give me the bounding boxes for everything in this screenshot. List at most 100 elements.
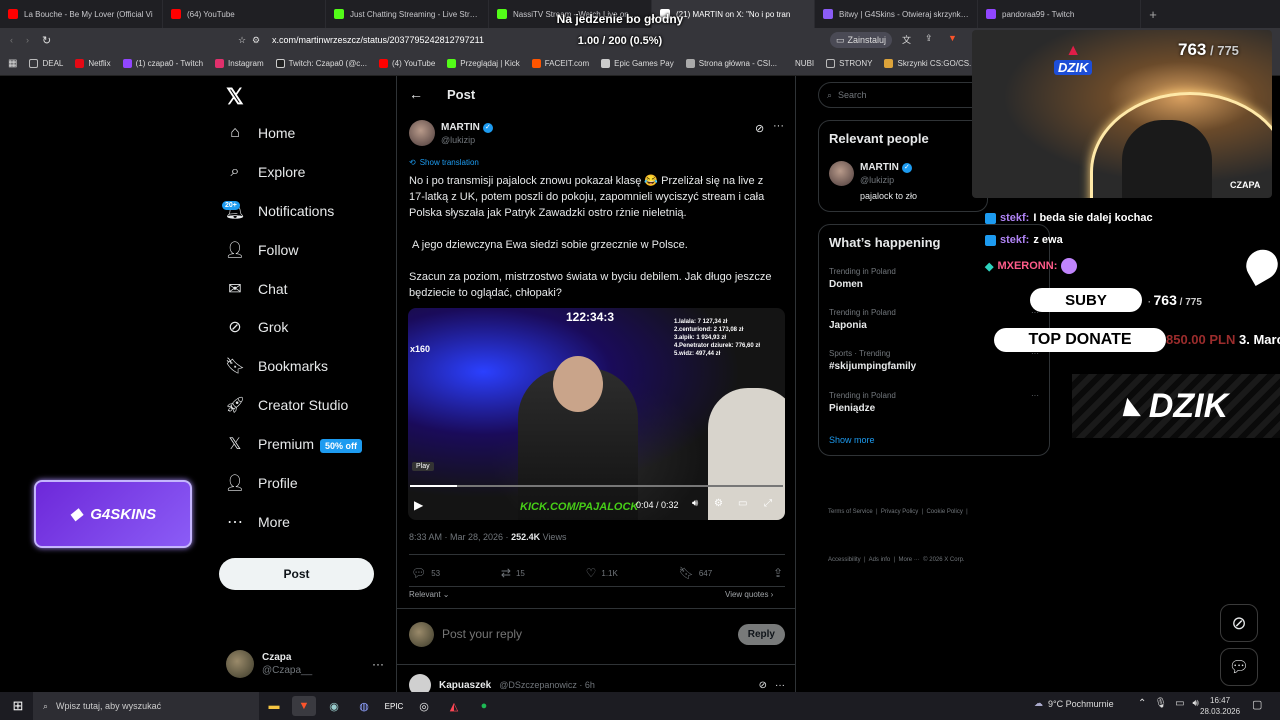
install-button[interactable]: ▭ Zainstaluj	[830, 32, 893, 48]
sidebar-item-grok[interactable]: ⊘ Grok	[226, 318, 288, 336]
more-dots-icon[interactable]: ···	[773, 120, 784, 132]
obs-icon[interactable]: ◎	[412, 696, 436, 716]
search-box[interactable]: ⌕ Search	[818, 82, 988, 108]
reply-button[interactable]: Reply	[737, 623, 785, 645]
forward-icon[interactable]: ›	[26, 35, 42, 45]
csi-icon	[685, 59, 695, 68]
taskbar-search[interactable]: ⌕ Wpisz tutaj, aby wyszukać	[33, 692, 259, 720]
brave-shield-icon[interactable]: ▼	[948, 33, 957, 43]
trend-item[interactable]: Trending in Poland Pieniądze ···	[829, 391, 1039, 414]
relevant-people-card: Relevant people MARTIN ✓ @lukizip pajaloc…	[818, 120, 988, 212]
video-progress-track[interactable]	[410, 485, 783, 487]
share-icon[interactable]: ⇪	[925, 33, 933, 44]
sidebar-item-premium[interactable]: 𝕏 Premium	[226, 435, 314, 453]
bookmark-item[interactable]: FACEIT.com	[531, 59, 589, 68]
windows-start-icon[interactable]: ⊞	[6, 696, 30, 716]
person-name[interactable]: MARTIN	[860, 162, 899, 173]
trend-item[interactable]: Sports · Trending #skijumpingfamily ···	[829, 349, 1039, 372]
video-player[interactable]: 122:34:3 1.lalala: 7 127,34 zł 2.centuri…	[408, 308, 785, 520]
avatar[interactable]	[829, 161, 854, 186]
sidebar-item-more[interactable]: ⋯ More	[226, 513, 290, 531]
share-icon[interactable]: ⇪	[773, 566, 783, 580]
more-dots-icon[interactable]: ···	[775, 680, 785, 691]
post-button[interactable]: Post	[219, 558, 374, 590]
sidebar-item-creator-studio[interactable]: 🚀︎ Creator Studio	[225, 396, 348, 414]
show-more-link[interactable]: Show more	[829, 435, 875, 445]
back-arrow-icon[interactable]: ←	[409, 86, 423, 102]
volume-icon[interactable]: 🔊︎	[692, 498, 698, 509]
more-dots-icon[interactable]: ···	[1031, 391, 1039, 400]
back-icon[interactable]: ‹	[10, 35, 26, 45]
play-icon[interactable]: ▶	[414, 498, 423, 512]
captions-icon[interactable]: ▭	[738, 498, 747, 509]
translate-icon[interactable]: 文	[902, 33, 911, 46]
apps-grid-icon[interactable]: ▦	[8, 58, 17, 69]
footer-links[interactable]: Terms of Service | Privacy Policy | Cook…	[828, 472, 968, 584]
file-explorer-icon[interactable]: ▬	[262, 696, 286, 716]
notification-center-icon[interactable]: ▢	[1252, 698, 1262, 711]
browser-tab[interactable]: pandoraa99 - Twitch	[978, 0, 1141, 28]
sidebar-item-home[interactable]: ⌂ Home	[226, 124, 295, 142]
person-handle: @lukizip	[860, 175, 895, 185]
fullscreen-icon[interactable]: ⤢	[764, 498, 772, 509]
author-info[interactable]: MARTIN ✓ @lukizip	[441, 122, 493, 145]
bookmark-item[interactable]: Instagram	[215, 59, 264, 68]
x-logo-icon[interactable]: 𝕏	[226, 84, 244, 110]
g4skins-icon	[823, 9, 833, 19]
show-translation-link[interactable]: ⟲ Show translation	[409, 158, 479, 167]
stream-leaderboard: 1.lalala: 7 127,34 zł 2.centuriond: 2 17…	[674, 319, 761, 357]
premium-badge[interactable]: 50% off	[320, 439, 363, 453]
spotify-icon[interactable]: ●	[472, 696, 496, 716]
bookmark-star-icon[interactable]: ☆	[238, 35, 252, 46]
bookmark-item[interactable]: STRONY	[826, 59, 872, 68]
reload-icon[interactable]: ↻	[42, 34, 58, 47]
bookmark-item[interactable]: NUBI	[795, 59, 814, 68]
bookmark-item[interactable]: (4) YouTube	[378, 59, 435, 68]
account-switcher[interactable]: Czapa @Czapa__ ···	[226, 648, 384, 680]
url-field[interactable]: x.com/martinwrzeszcz/status/203779524281…	[272, 35, 484, 45]
browser-tab[interactable]: La Bouche - Be My Lover (Official Vi	[0, 0, 163, 28]
clock[interactable]: 16:47 28.03.2026	[1200, 695, 1240, 717]
bookmark-item[interactable]: Epic Games Pay	[601, 59, 674, 68]
brave-icon[interactable]: ▼	[292, 696, 316, 716]
like-action[interactable]: ♡ 1.1K	[586, 566, 618, 580]
browser-tab[interactable]: Bitwy | G4Skins - Otwieraj skrzynki C	[815, 0, 978, 28]
grok-icon[interactable]: ⊘	[755, 122, 764, 135]
valorant-icon[interactable]: ◭	[442, 696, 466, 716]
new-tab-button[interactable]: +	[1141, 7, 1165, 22]
grok-float-button[interactable]: ⊘	[1220, 604, 1258, 642]
bookmark-item[interactable]: Netflix	[75, 59, 111, 68]
reply-input[interactable]	[442, 627, 730, 641]
grok-icon[interactable]: ⊘	[759, 680, 767, 691]
sidebar-item-follow[interactable]: 👤︎ Follow	[225, 241, 299, 259]
sidebar-item-explore[interactable]: ⌕ Explore	[226, 163, 306, 181]
bookmark-item[interactable]: Strona główna - CSI...	[685, 59, 777, 68]
discord-icon[interactable]: ◍	[352, 696, 376, 716]
sidebar-item-chat[interactable]: ✉ Chat	[226, 280, 287, 298]
site-info-icon[interactable]: ⚙	[252, 35, 266, 46]
bookmark-item[interactable]: Przeglądaj | Kick	[447, 59, 520, 68]
relevant-sort[interactable]: Relevant ⌄	[409, 590, 450, 599]
sidebar-item-profile[interactable]: 👤︎ Profile	[225, 474, 298, 492]
tray-icons[interactable]: ⌃ 🎙︎ ▭ 🔊︎	[1138, 698, 1199, 709]
browser-tab[interactable]: Just Chatting Streaming - Live Stream	[326, 0, 489, 28]
view-quotes-link[interactable]: View quotes ›	[725, 590, 773, 599]
bookmark-item[interactable]: Skrzynki CS:GO/CS...	[884, 59, 976, 68]
reply-action[interactable]: 💬︎ 53	[411, 566, 440, 580]
sidebar-item-bookmarks[interactable]: 🔖︎ Bookmarks	[225, 357, 328, 375]
browser-tab[interactable]: (64) YouTube	[163, 0, 326, 28]
sidebar-item-notifications[interactable]: 🔔︎ Notifications	[225, 202, 334, 220]
bookmark-item[interactable]: Twitch: Czapa0 (@c...	[275, 59, 367, 68]
messages-float-button[interactable]: 💬︎	[1220, 648, 1258, 686]
weather-widget[interactable]: ☁ 9°C Pochmurnie	[1034, 698, 1114, 709]
bookmark-item[interactable]: DEAL	[29, 59, 63, 68]
more-dots-icon[interactable]: ···	[372, 657, 384, 671]
video-time: 0:04 / 0:32	[636, 500, 679, 510]
repost-action[interactable]: ⇄ 15	[501, 566, 525, 580]
bookmark-action[interactable]: 🔖︎ 647	[679, 566, 713, 580]
steam-icon[interactable]: ◉	[322, 696, 346, 716]
epic-games-icon[interactable]: EPIC	[382, 696, 406, 716]
bookmark-item[interactable]: (1) czapa0 - Twitch	[122, 59, 203, 68]
author-avatar[interactable]	[409, 120, 435, 146]
settings-icon[interactable]: ⚙	[714, 498, 723, 509]
